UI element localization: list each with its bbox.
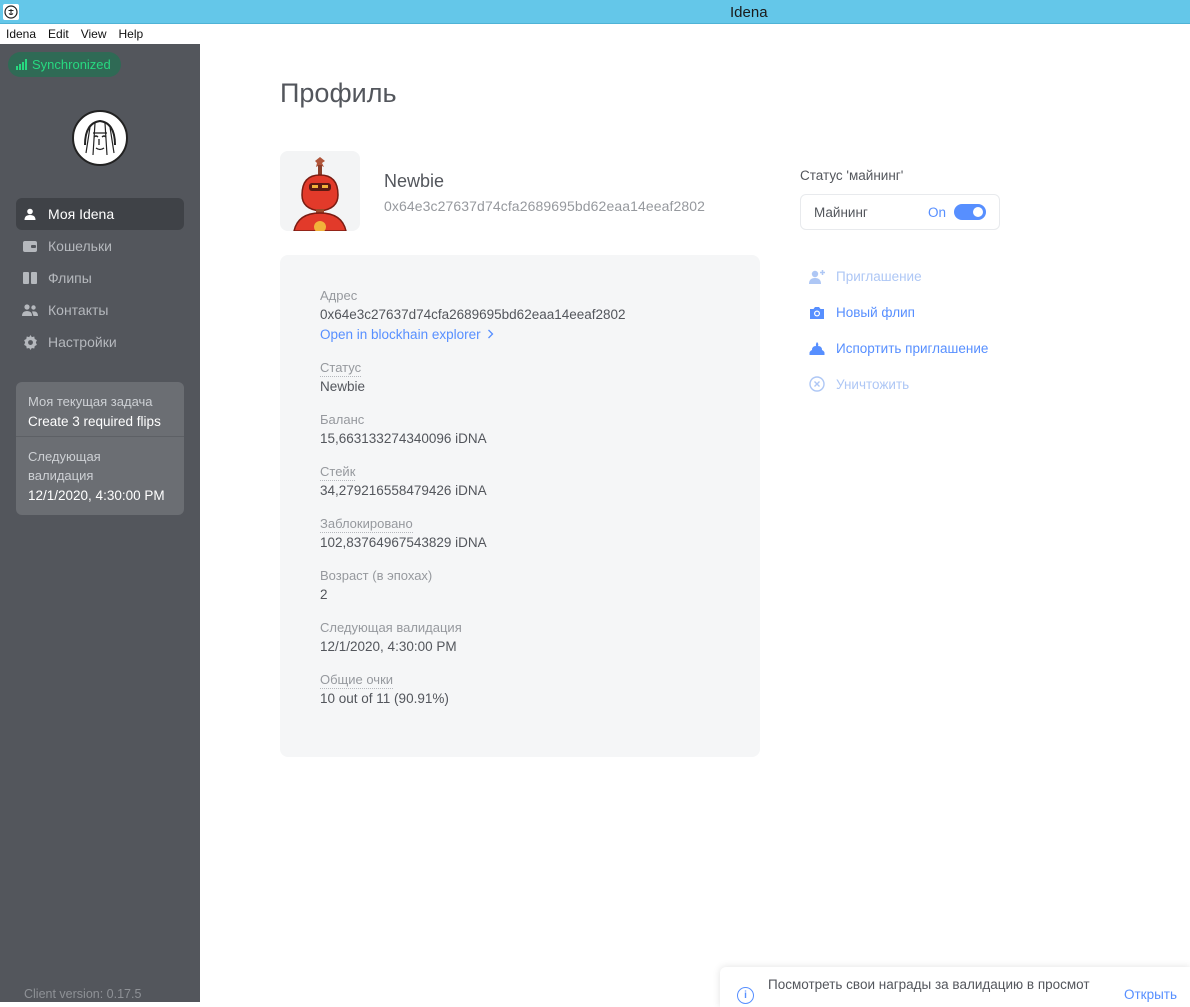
terminate-button[interactable]: Уничтожить [808, 366, 1048, 402]
toast-message: Посмотреть свои награды за валидацию в п… [768, 977, 1090, 992]
sidebar-nav: Моя Idena Кошельки Флипы Контакты Настро… [16, 198, 184, 358]
sync-status-badge: Synchronized [8, 52, 121, 77]
sidebar-item-wallets[interactable]: Кошельки [16, 230, 184, 262]
field-label: Общие очки [320, 672, 394, 689]
sidebar-item-label: Контакты [48, 302, 109, 318]
invite-button[interactable]: Приглашение [808, 258, 1048, 294]
field-label: Адрес [320, 288, 358, 303]
mining-status-label: Статус 'майнинг' [800, 168, 904, 183]
balance-value: 15,663133274340096 iDNA [320, 431, 487, 446]
address-value: 0x64e3c27637d74cfa2689695bd62eaa14eeaf28… [320, 307, 626, 322]
toast-open-button[interactable]: Открыть [1124, 987, 1177, 1002]
wallet-icon [22, 238, 38, 254]
sidebar-item-label: Кошельки [48, 238, 112, 254]
next-validation-label: Следующая валидация [28, 449, 101, 483]
field-address: Адрес 0x64e3c27637d74cfa2689695bd62eaa14… [320, 287, 720, 345]
action-label: Уничтожить [836, 376, 910, 392]
avatar [280, 151, 360, 231]
field-label: Стейк [320, 464, 356, 481]
new-flip-button[interactable]: Новый флип [808, 294, 1048, 330]
gear-icon [22, 334, 38, 350]
field-total-score: Общие очки 10 out of 11 (90.91%) [320, 671, 720, 709]
poop-icon [808, 339, 826, 357]
add-user-icon [808, 267, 826, 285]
stake-value: 34,279216558479426 iDNA [320, 483, 487, 498]
profile-name: Newbie [384, 171, 445, 191]
menu-help[interactable]: Help [113, 24, 150, 44]
action-label: Испортить приглашение [836, 340, 989, 356]
field-label: Статус [320, 360, 362, 377]
info-icon: i [737, 987, 754, 1004]
field-stake: Стейк 34,279216558479426 iDNA [320, 463, 720, 501]
sync-status-label: Synchronized [32, 57, 111, 72]
field-age: Возраст (в эпохах) 2 [320, 567, 720, 605]
status-value: Newbie [320, 379, 366, 394]
profile-actions: Приглашение Новый флип Испортить приглаш… [808, 258, 1048, 402]
menu-view[interactable]: View [75, 24, 113, 44]
sidebar-item-my-idena[interactable]: Моя Idena [16, 198, 184, 230]
menubar: Idena Edit View Help [0, 24, 1190, 44]
field-label: Следующая валидация [320, 620, 462, 635]
page-title: Профиль [280, 78, 397, 108]
sidebar-item-label: Моя Idena [48, 206, 115, 222]
sidebar-item-flips[interactable]: Флипы [16, 262, 184, 294]
action-label: Новый флип [836, 304, 915, 320]
cross-circle-icon [808, 375, 826, 393]
sidebar-item-label: Настройки [48, 334, 117, 350]
profile-address: 0x64e3c27637d74cfa2689695bd62eaa14eeaf28… [384, 198, 706, 214]
field-label: Возраст (в эпохах) [320, 568, 433, 583]
window-title: Idena [730, 4, 768, 21]
contacts-icon [22, 302, 38, 318]
idena-logo [72, 110, 128, 166]
spoil-invite-button[interactable]: Испортить приглашение [808, 330, 1048, 366]
client-version: Client version: 0.17.5 [24, 987, 142, 1001]
sidebar-item-label: Флипы [48, 270, 92, 286]
field-next-validation: Следующая валидация 12/1/2020, 4:30:00 P… [320, 619, 720, 657]
sidebar: Synchronized Моя Idena Кошельки Флипы Ко… [0, 44, 200, 1002]
field-label: Заблокировано [320, 516, 413, 533]
profile-details-card: Адрес 0x64e3c27637d74cfa2689695bd62eaa14… [280, 255, 760, 757]
next-validation-value: 12/1/2020, 4:30:00 PM [320, 639, 457, 654]
current-task-card: Моя текущая задача Create 3 required fli… [16, 382, 184, 515]
next-validation-value: 12/1/2020, 4:30:00 PM [28, 488, 165, 503]
field-label: Баланс [320, 412, 365, 427]
sidebar-item-settings[interactable]: Настройки [16, 326, 184, 358]
field-status: Статус Newbie [320, 359, 720, 397]
total-score-value: 10 out of 11 (90.91%) [320, 691, 449, 706]
mining-toggle[interactable] [954, 204, 986, 220]
signal-icon [16, 59, 27, 70]
sidebar-item-contacts[interactable]: Контакты [16, 294, 184, 326]
mining-state: On [927, 204, 946, 220]
user-icon [22, 206, 38, 222]
field-balance: Баланс 15,663133274340096 iDNA [320, 411, 720, 449]
locked-value: 102,83764967543829 iDNA [320, 535, 487, 550]
explorer-link[interactable]: Open in blockhain explorer [320, 325, 720, 345]
action-label: Приглашение [836, 268, 922, 284]
mining-label: Майнинг [814, 204, 868, 220]
menu-idena[interactable]: Idena [0, 24, 42, 44]
field-locked: Заблокировано 102,83764967543829 iDNA [320, 515, 720, 553]
chevron-right-icon [487, 325, 494, 345]
camera-icon [808, 303, 826, 321]
explorer-link-label: Open in blockhain explorer [320, 327, 481, 342]
window-titlebar: Idena [0, 0, 1190, 24]
age-value: 2 [320, 587, 328, 602]
current-task-value: Create 3 required flips [28, 414, 161, 429]
validation-rewards-toast: i Посмотреть свои награды за валидацию в… [720, 967, 1190, 1007]
mining-toggle-box: Майнинг On [800, 194, 1000, 230]
main-content: Профиль Newbie 0x64e3c27637d74cfa2689695… [200, 44, 1190, 1002]
flips-icon [22, 270, 38, 286]
current-task-label: Моя текущая задача [28, 394, 153, 409]
menu-edit[interactable]: Edit [42, 24, 75, 44]
